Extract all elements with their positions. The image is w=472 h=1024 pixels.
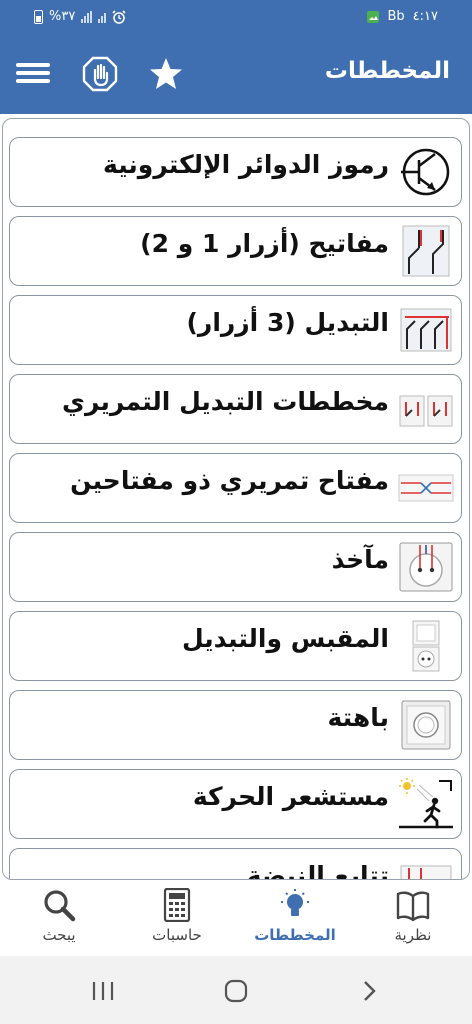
clock: ٤:١٧ — [412, 9, 438, 24]
status-left: %٣٧ — [34, 9, 126, 24]
app-root: %٣٧ Bb ٤:١٧ المخططات رموز الدوائر الإلكت… — [0, 0, 472, 1024]
nav-theory[interactable]: نظرية — [354, 880, 472, 956]
list-item-circuit-symbols[interactable]: رموز الدوائر الإلكترونية — [9, 137, 462, 207]
app-bar: المخططات — [0, 36, 472, 114]
nav-diagrams[interactable]: المخططات — [236, 880, 354, 956]
nav-search[interactable]: يبحث — [0, 880, 118, 956]
star-icon[interactable] — [148, 56, 184, 92]
double-two-way-switch-icon — [397, 461, 455, 515]
search-icon — [44, 890, 76, 922]
nav-calculators[interactable]: حاسبات — [118, 880, 236, 956]
two-way-switch-icon — [397, 382, 455, 436]
list-item-two-way-diagrams[interactable]: مخططات التبديل التمريري — [9, 374, 462, 444]
image-notification-icon — [366, 10, 379, 23]
nav-calculators-label: حاسبات — [152, 926, 202, 944]
home-icon[interactable] — [221, 978, 251, 1004]
nav-theory-label: نظرية — [394, 926, 432, 944]
battery-percent: %٣٧ — [49, 9, 76, 24]
system-navigation-bar — [0, 956, 472, 1024]
hamburger-menu-icon[interactable] — [16, 60, 50, 90]
list-item-label: مآخذ — [331, 545, 389, 574]
diagram-list-panel[interactable]: رموز الدوائر الإلكترونية مفاتيح (أزرار 1… — [2, 118, 470, 880]
switch-1-2-gang-icon — [397, 224, 455, 278]
list-item-label: المقبس والتبديل — [181, 624, 389, 653]
battery-icon — [34, 9, 43, 24]
stop-hand-icon[interactable] — [82, 56, 118, 92]
back-chevron-icon[interactable] — [354, 978, 384, 1004]
list-item-switch-3-gang[interactable]: التبديل (3 أزرار) — [9, 295, 462, 365]
nav-search-label: يبحث — [42, 926, 76, 944]
list-item-label: مخططات التبديل التمريري — [62, 387, 389, 416]
dimmer-icon — [397, 698, 455, 752]
list-item-pulse-relay[interactable]: تتابع النبضة — [9, 848, 462, 880]
page-title: المخططات — [324, 58, 450, 84]
status-bar: %٣٧ Bb ٤:١٧ — [0, 0, 472, 36]
socket-icon — [397, 540, 455, 594]
bottom-navigation: يبحث حاسبات المخططات نظرية — [0, 880, 472, 956]
list-item-label: تتابع النبضة — [246, 861, 389, 880]
pulse-relay-icon — [397, 856, 455, 879]
recent-apps-icon[interactable] — [88, 978, 118, 1004]
list-item-motion-sensor[interactable]: مستشعر الحركة — [9, 769, 462, 839]
list-item-socket-and-switch[interactable]: المقبس والتبديل — [9, 611, 462, 681]
lightbulb-icon — [281, 889, 309, 916]
transistor-symbol-icon — [397, 145, 455, 199]
list-item-label: مفاتيح (أزرار 1 و 2) — [140, 229, 389, 258]
list-item-dimmer[interactable]: باهتة — [9, 690, 462, 760]
list-item-switches-1-2[interactable]: مفاتيح (أزرار 1 و 2) — [9, 216, 462, 286]
carrier-label: Bb — [387, 9, 405, 24]
book-icon — [396, 891, 430, 922]
calculator-icon — [163, 888, 191, 922]
list-item-label: التبديل (3 أزرار) — [186, 308, 390, 337]
status-right: Bb ٤:١٧ — [366, 9, 438, 24]
list-item-double-two-way[interactable]: مفتاح تمريري ذو مفتاحين — [9, 453, 462, 523]
signal-2-icon — [98, 11, 107, 23]
list-item-label: باهتة — [327, 703, 389, 732]
nav-diagrams-label: المخططات — [254, 926, 336, 944]
list-item-sockets[interactable]: مآخذ — [9, 532, 462, 602]
motion-sensor-icon — [397, 777, 455, 831]
signal-icon — [81, 10, 93, 23]
list-item-label: مفتاح تمريري ذو مفتاحين — [70, 466, 389, 495]
socket-and-switch-icon — [397, 619, 455, 673]
switch-3-gang-icon — [397, 303, 455, 357]
list-item-label: مستشعر الحركة — [192, 782, 389, 811]
alarm-icon — [112, 9, 126, 24]
list-item-label: رموز الدوائر الإلكترونية — [103, 150, 389, 179]
